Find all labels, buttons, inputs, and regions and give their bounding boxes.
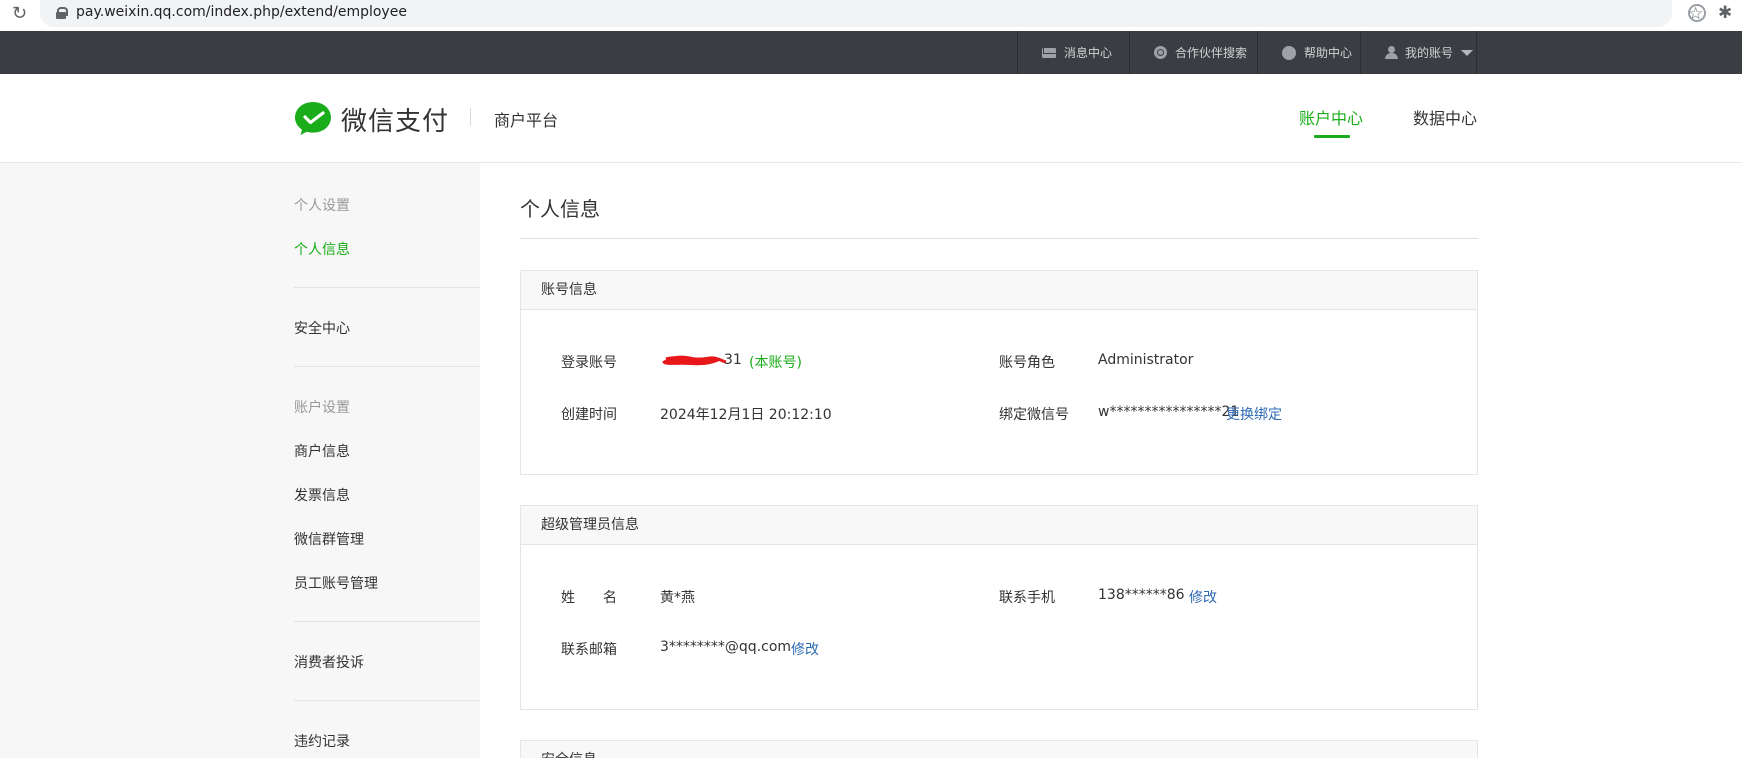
phone-label: 联系手机 bbox=[999, 590, 1055, 606]
chevron-down-icon bbox=[1461, 49, 1474, 56]
name-label: 姓 名 bbox=[561, 590, 617, 606]
topnav-messages-label: 消息中心 bbox=[1064, 46, 1113, 60]
topnav-help-label: 帮助中心 bbox=[1304, 46, 1353, 60]
created-time-value: 2024年12月1日 20:12:10 bbox=[660, 407, 832, 423]
topnav-partner-search[interactable]: 合作伙伴搜索 bbox=[1129, 31, 1257, 74]
sidebar bbox=[0, 163, 480, 758]
reload-icon[interactable]: ↻ bbox=[12, 5, 28, 23]
site-header: 微信支付 商户平台 账户中心 数据中心 bbox=[0, 74, 1742, 163]
topnav-messages[interactable]: 消息中心 bbox=[1017, 31, 1129, 74]
topnav-my-account-label: 我的账号 bbox=[1405, 46, 1454, 60]
edit-email-link[interactable]: 修改 bbox=[791, 639, 819, 659]
sidebar-item-personal-info[interactable]: 个人信息 bbox=[294, 239, 350, 259]
puzzle-extensions-icon[interactable]: ✱ bbox=[1718, 3, 1732, 23]
created-time-label: 创建时间 bbox=[561, 407, 617, 423]
edit-phone-link[interactable]: 修改 bbox=[1189, 587, 1217, 607]
sidebar-group-account: 账户设置 bbox=[294, 400, 350, 416]
address-bar[interactable]: pay.weixin.qq.com/index.php/extend/emplo… bbox=[40, 0, 1703, 27]
account-role-label: 账号角色 bbox=[999, 355, 1055, 371]
extension-icon[interactable] bbox=[1688, 4, 1706, 22]
topnav-help[interactable]: ? 帮助中心 bbox=[1257, 31, 1360, 74]
sidebar-item-security-center[interactable]: 安全中心 bbox=[294, 318, 350, 338]
name-value: 黄*燕 bbox=[660, 590, 695, 606]
bound-wechat-label: 绑定微信号 bbox=[999, 407, 1069, 423]
mail-icon bbox=[1042, 47, 1056, 58]
lock-icon bbox=[56, 7, 68, 19]
brand-name: 微信支付 bbox=[341, 107, 450, 137]
phone-value: 138******86 bbox=[1098, 587, 1185, 603]
url-text[interactable]: pay.weixin.qq.com/index.php/extend/emplo… bbox=[76, 4, 407, 20]
active-tab-indicator bbox=[1314, 135, 1350, 138]
account-info-card-title: 账号信息 bbox=[521, 271, 1477, 310]
sidebar-item-staff-accounts[interactable]: 员工账号管理 bbox=[294, 573, 378, 593]
sidebar-item-merchant-info[interactable]: 商户信息 bbox=[294, 441, 350, 461]
login-account-label: 登录账号 bbox=[561, 355, 617, 371]
account-role-value: Administrator bbox=[1098, 352, 1194, 368]
login-account-value: 31 bbox=[724, 352, 742, 368]
top-nav-bar: 消息中心 合作伙伴搜索 ? 帮助中心 我的账号 bbox=[0, 31, 1742, 74]
topnav-my-account[interactable]: 我的账号 bbox=[1360, 31, 1476, 74]
tab-account-center[interactable]: 账户中心 bbox=[1299, 105, 1363, 129]
change-binding-link[interactable]: 更换绑定 bbox=[1226, 404, 1282, 424]
help-icon: ? bbox=[1282, 45, 1296, 60]
sidebar-item-violation-records[interactable]: 违约记录 bbox=[294, 731, 350, 751]
user-icon bbox=[1385, 46, 1398, 59]
wechat-pay-logo-icon bbox=[295, 102, 331, 135]
security-info-card-title: 安全信息 bbox=[521, 741, 1477, 758]
bound-wechat-value: w****************21 bbox=[1098, 404, 1240, 420]
search-circle-icon bbox=[1154, 46, 1167, 59]
sidebar-item-consumer-complaints[interactable]: 消费者投诉 bbox=[294, 652, 364, 672]
email-value: 3********@qq.com bbox=[660, 639, 792, 655]
sidebar-item-wechat-group[interactable]: 微信群管理 bbox=[294, 529, 364, 549]
account-info-card: 账号信息 bbox=[520, 270, 1478, 475]
tab-data-center[interactable]: 数据中心 bbox=[1413, 105, 1477, 129]
admin-info-card: 超级管理员信息 bbox=[520, 505, 1478, 710]
current-account-tag: (本账号) bbox=[749, 355, 802, 371]
browser-toolbar: ↻ pay.weixin.qq.com/index.php/extend/emp… bbox=[0, 0, 1742, 31]
sidebar-item-invoice-info[interactable]: 发票信息 bbox=[294, 485, 350, 505]
page-title: 个人信息 bbox=[520, 197, 600, 221]
platform-name: 商户平台 bbox=[494, 111, 559, 130]
admin-info-card-title: 超级管理员信息 bbox=[521, 506, 1477, 545]
email-label: 联系邮箱 bbox=[561, 642, 617, 658]
sidebar-group-personal: 个人设置 bbox=[294, 198, 350, 214]
security-info-card: 安全信息 bbox=[520, 740, 1478, 758]
redaction-scribble bbox=[662, 355, 727, 366]
topnav-partner-search-label: 合作伙伴搜索 bbox=[1175, 46, 1248, 60]
